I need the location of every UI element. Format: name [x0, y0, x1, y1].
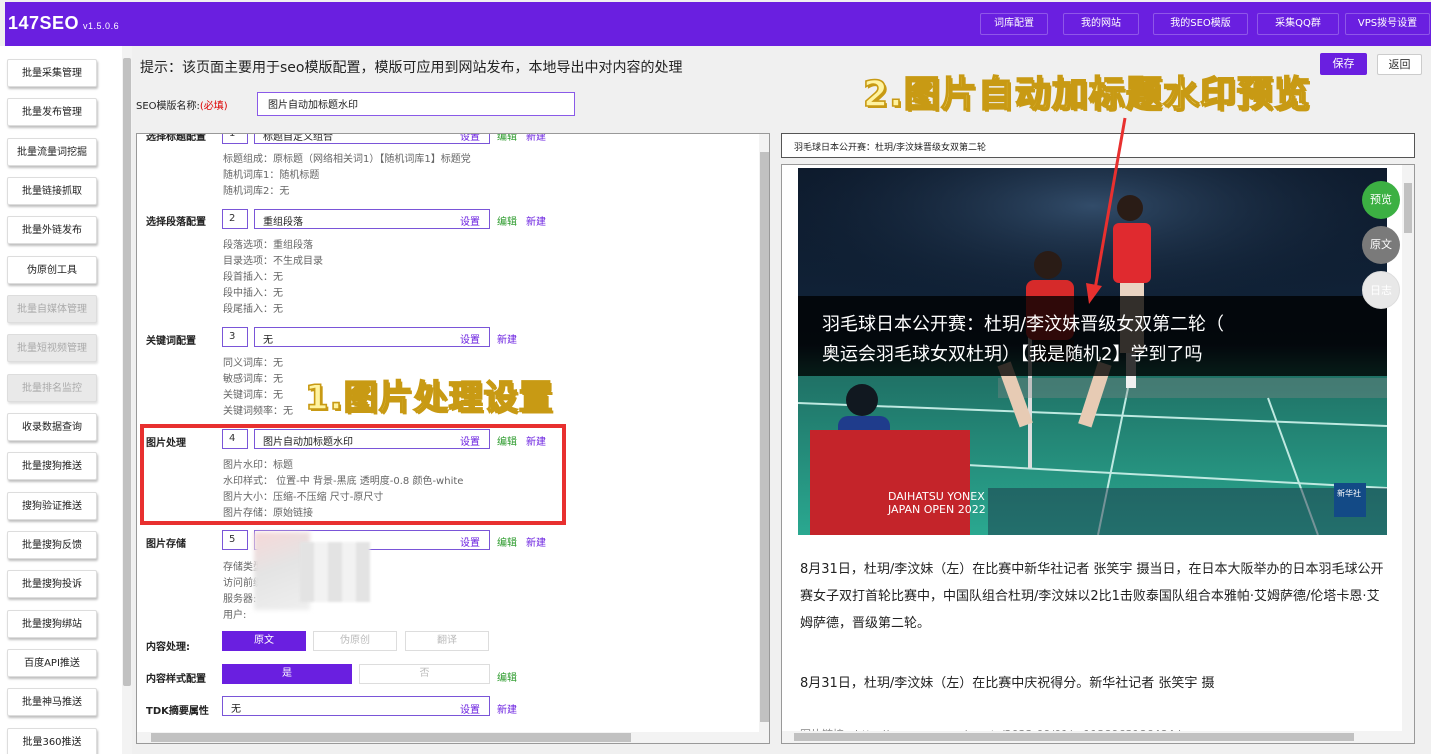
title-config-select[interactable]: 标题自定义组合	[254, 134, 490, 144]
sidebar-item[interactable]: 百度API推送	[7, 649, 97, 677]
storage-config-number[interactable]: 5	[222, 530, 248, 550]
keyword-config-number[interactable]: 3	[222, 327, 248, 347]
keyword-config-set-link[interactable]: 设置	[460, 331, 480, 346]
sidebar: 批量采集管理 批量发布管理 批量流量词挖掘 批量链接抓取 批量外链发布 伪原创工…	[0, 46, 122, 754]
sidebar-item[interactable]: 批量搜狗投诉	[7, 570, 97, 598]
nav-qq-groups[interactable]: 采集QQ群	[1257, 13, 1339, 35]
sidebar-scrollbar[interactable]	[122, 46, 132, 754]
nav-my-seo-templates[interactable]: 我的SEO模版	[1153, 13, 1248, 35]
app-version: v1.5.0.6	[83, 21, 120, 31]
keyword-config-label: 关键词配置	[146, 336, 196, 347]
original-text-button[interactable]: 原文	[1362, 226, 1400, 264]
template-name-label: SEO模版名称:(必填)	[136, 101, 228, 112]
title-config-number[interactable]: 1	[222, 134, 248, 144]
paragraph-config-label: 选择段落配置	[146, 217, 206, 228]
form-horizontal-scrollbar[interactable]	[137, 732, 759, 743]
preview-button[interactable]: 预览	[1362, 181, 1400, 219]
top-bar: 147SEO v1.5.0.6 词库配置 我的网站 我的SEO模版 采集QQ群 V…	[5, 2, 1431, 46]
content-option-rewrite[interactable]: 伪原创	[313, 631, 397, 651]
title-config-label: 选择标题配置	[146, 133, 206, 143]
content-style-no[interactable]: 否	[359, 664, 490, 684]
banner-text-2: JAPAN OPEN 2022	[887, 503, 986, 516]
preview-paragraph-1: 8月31日，杜玥/李汶妹（左）在比赛中新华社记者 张笑宇 摄当日，在日本大阪举办…	[800, 562, 1384, 631]
banner-text-1: DAIHATSU YONEX	[888, 490, 985, 503]
title-config-set-link[interactable]: 设置	[460, 134, 480, 143]
preview-paragraph-3: 图片链接：http://www.news.cn/sports/2022-09/0…	[800, 721, 1390, 731]
sidebar-item: 批量短视频管理	[7, 334, 97, 362]
sidebar-scroll-thumb[interactable]	[123, 58, 131, 686]
preview-hscroll-thumb[interactable]	[794, 733, 1354, 741]
preview-vscroll-thumb[interactable]	[1404, 183, 1412, 233]
sidebar-item[interactable]: 批量360推送	[7, 728, 97, 754]
tdk-config-set-link[interactable]: 设置	[460, 701, 480, 716]
title-config-new-link[interactable]: 新建	[526, 134, 546, 143]
title-config-edit-link[interactable]: 编辑	[497, 134, 517, 143]
save-button[interactable]: 保存	[1320, 53, 1367, 75]
nav-lexicon-config[interactable]: 词库配置	[980, 13, 1048, 35]
preview-vertical-scrollbar[interactable]	[1402, 165, 1414, 743]
form-hscroll-thumb[interactable]	[151, 733, 631, 742]
sidebar-item[interactable]: 批量搜狗绑站	[7, 610, 97, 638]
sidebar-item[interactable]: 批量发布管理	[7, 98, 97, 126]
content-process-label: 内容处理:	[146, 642, 190, 653]
image-config-highlight	[140, 424, 566, 525]
content-style-yes[interactable]: 是	[222, 664, 352, 684]
form-vscroll-thumb[interactable]	[760, 152, 769, 722]
nav-vps-dialup[interactable]: VPS拨号设置	[1345, 13, 1430, 35]
storage-config-label: 图片存储	[146, 539, 186, 550]
sidebar-item[interactable]: 搜狗验证推送	[7, 492, 97, 520]
storage-config-set-link[interactable]: 设置	[460, 534, 480, 549]
sidebar-item[interactable]: 伪原创工具	[7, 256, 97, 284]
nav-my-sites[interactable]: 我的网站	[1063, 13, 1139, 35]
app-title: 147SEO v1.5.0.6	[8, 13, 120, 33]
back-button[interactable]: 返回	[1377, 54, 1422, 75]
sidebar-item: 批量排名监控	[7, 374, 97, 402]
paragraph-config-set-link[interactable]: 设置	[460, 213, 480, 228]
preview-paragraph-2: 8月31日，杜玥/李汶妹（左）在比赛中庆祝得分。新华社记者 张笑宇 摄	[800, 676, 1215, 691]
content-style-edit-link[interactable]: 编辑	[497, 669, 517, 684]
paragraph-config-edit-link[interactable]: 编辑	[497, 213, 517, 228]
redacted-area	[300, 542, 370, 602]
shirt-logo: 新华社	[1337, 488, 1361, 498]
keyword-config-select[interactable]: 无	[254, 327, 490, 347]
sidebar-item: 批量自媒体管理	[7, 295, 97, 323]
sidebar-item[interactable]: 批量神马推送	[7, 688, 97, 716]
required-mark: (必填)	[199, 101, 228, 112]
tdk-config-label: TDK摘要属性	[146, 706, 209, 717]
sidebar-item[interactable]: 批量搜狗反馈	[7, 531, 97, 559]
storage-config-edit-link[interactable]: 编辑	[497, 534, 517, 549]
paragraph-config-number[interactable]: 2	[222, 209, 248, 229]
log-button[interactable]: 日志	[1362, 271, 1400, 309]
template-name-input[interactable]: 图片自动加标题水印	[257, 92, 575, 116]
paragraph-config-select[interactable]: 重组段落	[254, 209, 490, 229]
page-hint: 提示：该页面主要用于seo模版配置，模版可应用到网站发布，本地导出中对内容的处理	[140, 60, 683, 76]
form-vertical-scrollbar[interactable]	[759, 134, 769, 743]
sidebar-item[interactable]: 批量外链发布	[7, 216, 97, 244]
sidebar-item[interactable]: 批量采集管理	[7, 59, 97, 87]
sidebar-item[interactable]: 批量流量词挖掘	[7, 138, 97, 166]
watermark-line-1: 羽毛球日本公开赛：杜玥/李汶妹晋级女双第二轮（	[822, 314, 1224, 335]
preview-image: 羽毛球日本公开赛：杜玥/李汶妹晋级女双第二轮（ 奥运会羽毛球女双杜玥）【我是随机…	[798, 168, 1387, 535]
preview-title: 羽毛球日本公开赛：杜玥/李汶妹晋级女双第二轮	[781, 133, 1415, 158]
sidebar-item[interactable]: 批量链接抓取	[7, 177, 97, 205]
preview-horizontal-scrollbar[interactable]	[782, 731, 1402, 743]
annotation-watermark-preview: 2.图片自动加标题水印预览	[862, 73, 1311, 116]
preview-panel: 羽毛球日本公开赛：杜玥/李汶妹晋级女双第二轮（ 奥运会羽毛球女双杜玥）【我是随机…	[781, 164, 1415, 744]
keyword-config-details: 同义词库：无 敏感词库：无 关键词库：无 关键词频率：无	[223, 358, 293, 417]
storage-config-new-link[interactable]: 新建	[526, 534, 546, 549]
content-option-original[interactable]: 原文	[222, 631, 306, 651]
watermark-line-2: 奥运会羽毛球女双杜玥）【我是随机2】学到了吗	[822, 344, 1202, 365]
keyword-config-new-link[interactable]: 新建	[497, 331, 517, 346]
sidebar-item[interactable]: 批量搜狗推送	[7, 452, 97, 480]
title-config-details: 标题组成：原标题（网络相关词1）【随机词库1】标题党 随机词库1：随机标题 随机词库…	[223, 154, 471, 197]
tdk-config-select[interactable]: 无	[222, 696, 490, 716]
content-option-translate[interactable]: 翻译	[405, 631, 489, 651]
content-style-label: 内容样式配置	[146, 674, 206, 685]
sidebar-item[interactable]: 收录数据查询	[7, 413, 97, 441]
paragraph-config-details: 段落选项：重组段落 目录选项：不生成目录 段首插入：无 段中插入：无 段尾插入：无	[223, 240, 323, 315]
tdk-config-new-link[interactable]: 新建	[497, 701, 517, 716]
paragraph-config-new-link[interactable]: 新建	[526, 213, 546, 228]
annotation-image-settings: 1.图片处理设置	[304, 377, 554, 419]
